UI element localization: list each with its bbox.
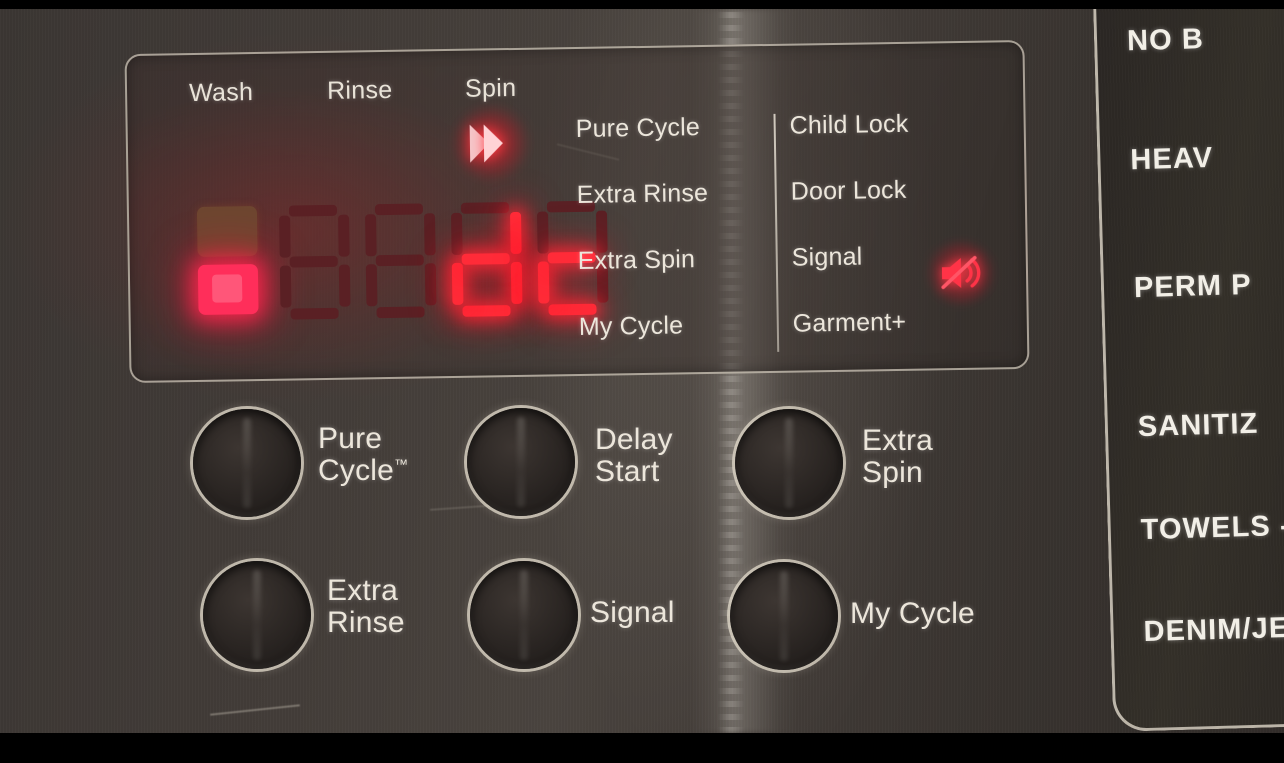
segment-digit-d <box>449 200 525 319</box>
cycle-option-no-bleach[interactable]: NO B <box>1127 23 1205 58</box>
load-icon-top <box>196 206 258 257</box>
my-cycle-button-label: My Cycle <box>850 597 975 630</box>
my-cycle-button[interactable] <box>730 562 838 670</box>
status-my-cycle: My Cycle <box>578 311 684 341</box>
status-child-lock: Child Lock <box>789 109 909 140</box>
pure-cycle-button[interactable] <box>193 409 301 517</box>
status-extra-spin: Extra Spin <box>577 245 696 275</box>
speaker-muted-icon <box>924 240 998 306</box>
extra-rinse-button[interactable] <box>203 561 311 669</box>
status-extra-rinse: Extra Rinse <box>576 178 709 210</box>
phase-label-wash: Wash <box>188 78 254 108</box>
status-signal: Signal <box>791 240 998 309</box>
status-door-lock: Door Lock <box>790 175 907 206</box>
cycle-option-towels[interactable]: TOWELS - <box>1140 510 1284 547</box>
phase-label-spin: Spin <box>464 73 517 103</box>
cycle-phase-row: Wash Rinse Spin <box>127 71 688 120</box>
washer-control-panel: Wash Rinse Spin Pure Cycle Extra Rinse E… <box>0 0 1284 747</box>
load-icon-bottom-lit <box>197 264 259 315</box>
letterbox-bottom <box>0 733 1284 763</box>
cycle-selector-panel: NO B HEAV PERM P SANITIZ TOWELS - DENIM/… <box>1092 0 1284 732</box>
extra-spin-button[interactable] <box>735 409 843 517</box>
extra-spin-button-label: Extra Spin <box>862 424 934 489</box>
cycle-option-perm-press[interactable]: PERM P <box>1134 269 1253 305</box>
letterbox-top <box>0 0 1284 9</box>
extra-rinse-button-label: Extra Rinse <box>327 574 405 639</box>
delay-start-button[interactable] <box>467 408 575 516</box>
status-list-left: Pure Cycle Extra Rinse Extra Spin My Cyc… <box>575 112 779 379</box>
trademark-symbol: ™ <box>394 455 409 472</box>
double-chevron-right-icon <box>451 103 531 183</box>
status-list-right: Child Lock Door Lock Signal Garment+ <box>789 109 998 376</box>
delay-start-button-label: Delay Start <box>595 423 673 488</box>
screenshot-frame: Wash Rinse Spin Pure Cycle Extra Rinse E… <box>0 0 1284 763</box>
chevron-2 <box>483 124 504 163</box>
segment-digit-blank-2 <box>363 201 439 320</box>
status-signal-label: Signal <box>791 242 863 272</box>
led-display-panel: Wash Rinse Spin Pure Cycle Extra Rinse E… <box>124 39 1030 384</box>
pure-cycle-button-label: Pure Cycle™ <box>318 422 409 487</box>
signal-button-label: Signal <box>590 596 675 629</box>
phase-label-rinse: Rinse <box>326 75 393 105</box>
load-level-icon <box>191 204 267 323</box>
status-garment-plus: Garment+ <box>792 307 907 338</box>
panel-scratch <box>210 704 300 716</box>
cycle-option-heavy-duty[interactable]: HEAV <box>1130 142 1214 177</box>
signal-button[interactable] <box>470 561 578 669</box>
status-pure-cycle: Pure Cycle <box>575 113 701 144</box>
cycle-option-denim-jeans[interactable]: DENIM/JE <box>1143 612 1284 649</box>
seven-segment-readout <box>191 199 609 323</box>
cycle-option-sanitize[interactable]: SANITIZ <box>1137 408 1258 444</box>
segment-digit-blank-1 <box>277 203 353 322</box>
